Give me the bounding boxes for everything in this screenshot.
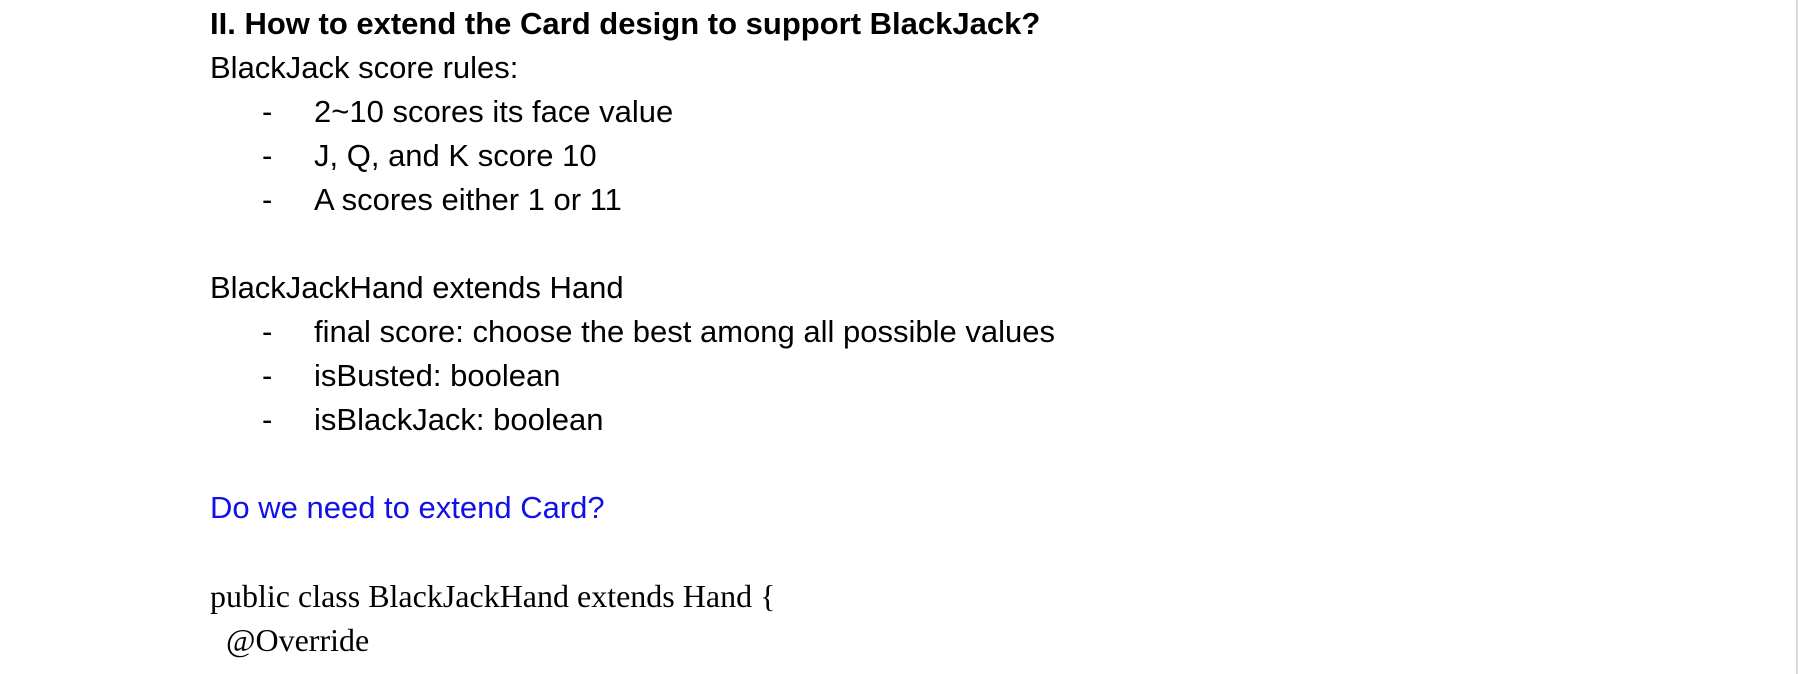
hand-title: BlackJackHand extends Hand <box>210 270 624 305</box>
rules-title: BlackJack score rules: <box>210 50 519 85</box>
bullet-dash: - <box>262 358 273 393</box>
hand-item-text: final score: choose the best among all p… <box>314 314 1055 349</box>
document-content: II. How to extend the Card design to sup… <box>210 2 1710 662</box>
bullet-dash: - <box>262 138 273 173</box>
list-item: - J, Q, and K score 10 <box>210 134 1710 178</box>
bullet-dash: - <box>262 402 273 437</box>
code-line: @Override <box>226 622 370 658</box>
rule-item-text: J, Q, and K score 10 <box>314 138 597 173</box>
bullet-dash: - <box>262 314 273 349</box>
list-item: - 2~10 scores its face value <box>210 90 1710 134</box>
hand-item-text: isBlackJack: boolean <box>314 402 604 437</box>
list-item: - isBusted: boolean <box>210 354 1710 398</box>
list-item: - isBlackJack: boolean <box>210 398 1710 442</box>
list-item: - final score: choose the best among all… <box>210 310 1710 354</box>
bullet-dash: - <box>262 94 273 129</box>
section-heading: II. How to extend the Card design to sup… <box>210 6 1041 41</box>
code-line: public class BlackJackHand extends Hand … <box>210 578 776 614</box>
question-text: Do we need to extend Card? <box>210 490 605 525</box>
hand-item-text: isBusted: boolean <box>314 358 561 393</box>
document-page: II. How to extend the Card design to sup… <box>0 0 1798 674</box>
rule-item-text: A scores either 1 or 11 <box>314 182 622 217</box>
list-item: - A scores either 1 or 11 <box>210 178 1710 222</box>
bullet-dash: - <box>262 182 273 217</box>
rule-item-text: 2~10 scores its face value <box>314 94 674 129</box>
